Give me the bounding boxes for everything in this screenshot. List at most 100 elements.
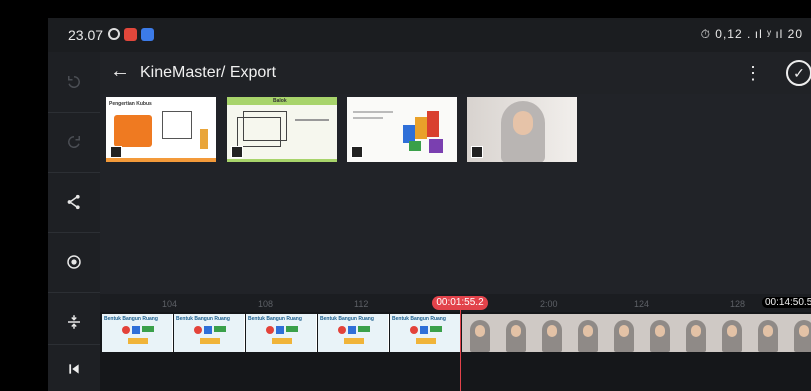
- timeline-clip[interactable]: Bentuk Bangun Ruang: [174, 314, 245, 352]
- clip-label: Bentuk Bangun Ruang: [320, 316, 374, 322]
- timeline-clip[interactable]: [750, 314, 786, 352]
- shape: [276, 326, 284, 334]
- check-circle-icon[interactable]: ✓: [786, 60, 811, 86]
- slide-footer: [227, 159, 337, 162]
- shape: [416, 338, 436, 344]
- cube-drawing: [162, 111, 192, 139]
- ruler-tick-label: 108: [258, 299, 274, 309]
- presenter-face: [475, 325, 485, 337]
- clip-label: Bentuk Bangun Ruang: [392, 316, 446, 322]
- back-arrow-icon[interactable]: ←: [110, 60, 130, 83]
- timeline-clip[interactable]: [678, 314, 714, 352]
- box-drawing: [237, 117, 281, 147]
- clip-label: Bentuk Bangun Ruang: [176, 316, 230, 322]
- ruler-tick-label: 104: [162, 299, 178, 309]
- app-notification-icon: [124, 28, 137, 41]
- media-thumbnail[interactable]: Pengertian Kubus: [106, 97, 216, 162]
- shape: [420, 326, 428, 334]
- shape: [122, 326, 130, 334]
- timeline-clip[interactable]: Bentuk Bangun Ruang: [246, 314, 317, 352]
- clip-type-icon: [471, 146, 483, 158]
- shape-red: [427, 111, 439, 137]
- playhead-time[interactable]: 00:01:55.2: [432, 296, 488, 310]
- total-duration: 00:14:50.5: [762, 297, 811, 308]
- slide-footer: [106, 158, 216, 162]
- slide-text-box: [114, 115, 152, 147]
- shape: [204, 326, 212, 334]
- shape: [338, 326, 346, 334]
- device-top-bezel: [0, 0, 811, 14]
- status-indicators: ⏱ 0,12 . ıl ʸ ıl 20: [700, 27, 803, 41]
- shape: [344, 338, 364, 344]
- timeline-clip[interactable]: [786, 314, 811, 352]
- ruler-tick-label: 124: [634, 299, 650, 309]
- shape: [128, 338, 148, 344]
- timeline-clip[interactable]: [462, 314, 498, 352]
- slide-text-line: [353, 117, 383, 119]
- media-thumbnail[interactable]: [467, 97, 577, 162]
- shape: [194, 326, 202, 334]
- timeline[interactable]: 104 108 112 2:00 124 128 00:01:55.2 00:1…: [100, 294, 811, 391]
- share-button[interactable]: [48, 172, 100, 232]
- record-button[interactable]: [48, 232, 100, 292]
- timeline-clip[interactable]: [570, 314, 606, 352]
- ruler-tick-label: 128: [730, 299, 746, 309]
- thumbnail-title: Balok: [273, 98, 287, 104]
- page-title: KineMaster/ Export: [140, 64, 277, 81]
- shape: [358, 326, 370, 332]
- instagram-icon: [108, 28, 120, 40]
- undo-icon: [68, 76, 80, 88]
- record-icon: [67, 255, 81, 269]
- shape: [200, 338, 220, 344]
- left-toolbar: [48, 52, 100, 391]
- clip-type-icon: [110, 146, 122, 158]
- timeline-clip[interactable]: [498, 314, 534, 352]
- timeline-clip[interactable]: [534, 314, 570, 352]
- timeline-clip[interactable]: Bentuk Bangun Ruang: [390, 314, 461, 352]
- playhead-line[interactable]: [460, 310, 461, 391]
- shape-orange: [415, 117, 427, 139]
- redo-button[interactable]: [48, 112, 100, 172]
- presenter-face: [511, 325, 521, 337]
- clip-label: Bentuk Bangun Ruang: [104, 316, 158, 322]
- video-track[interactable]: Bentuk Bangun Ruang Bentuk Bangun Ruang …: [102, 314, 811, 352]
- presenter-face: [799, 325, 809, 337]
- more-vert-icon[interactable]: ⋮: [744, 63, 762, 84]
- app-header: ← KineMaster/ Export ⋮ ✓: [100, 52, 811, 94]
- divider: [48, 292, 100, 293]
- time-ruler[interactable]: 104 108 112 2:00 124 128 00:01:55.2 00:1…: [100, 294, 811, 312]
- presenter-face: [547, 325, 557, 337]
- split-button[interactable]: [48, 300, 100, 344]
- shape: [410, 326, 418, 334]
- presenter-face: [583, 325, 593, 337]
- ruler-tick-label: 112: [354, 299, 369, 309]
- presenter-face: [655, 325, 665, 337]
- timeline-clip[interactable]: Bentuk Bangun Ruang: [318, 314, 389, 352]
- shape: [132, 326, 140, 334]
- status-bar: 23.07 ⏱ 0,12 . ıl ʸ ıl 20: [48, 18, 811, 52]
- divider: [48, 344, 100, 345]
- slide-text-line: [295, 119, 329, 121]
- redo-icon: [68, 136, 80, 148]
- slide-text-line: [353, 111, 393, 113]
- presenter-face: [727, 325, 737, 337]
- shape: [214, 326, 226, 332]
- undo-button[interactable]: [48, 52, 100, 112]
- shape: [430, 326, 442, 332]
- clip-type-icon: [351, 146, 363, 158]
- presenter-face: [691, 325, 701, 337]
- skip-to-start-button[interactable]: [48, 346, 100, 391]
- presenter-face: [763, 325, 773, 337]
- shape-green: [409, 141, 421, 151]
- timeline-clip[interactable]: Bentuk Bangun Ruang: [102, 314, 173, 352]
- slide-object: [200, 129, 208, 149]
- timeline-clip[interactable]: [606, 314, 642, 352]
- media-thumbnail[interactable]: [347, 97, 457, 162]
- clip-type-icon: [231, 146, 243, 158]
- timeline-clip[interactable]: [642, 314, 678, 352]
- shape: [142, 326, 154, 332]
- media-thumbnail[interactable]: Balok: [227, 97, 337, 162]
- timeline-clip[interactable]: [714, 314, 750, 352]
- message-notification-icon: [141, 28, 154, 41]
- thumbnail-title: Pengertian Kubus: [109, 101, 152, 107]
